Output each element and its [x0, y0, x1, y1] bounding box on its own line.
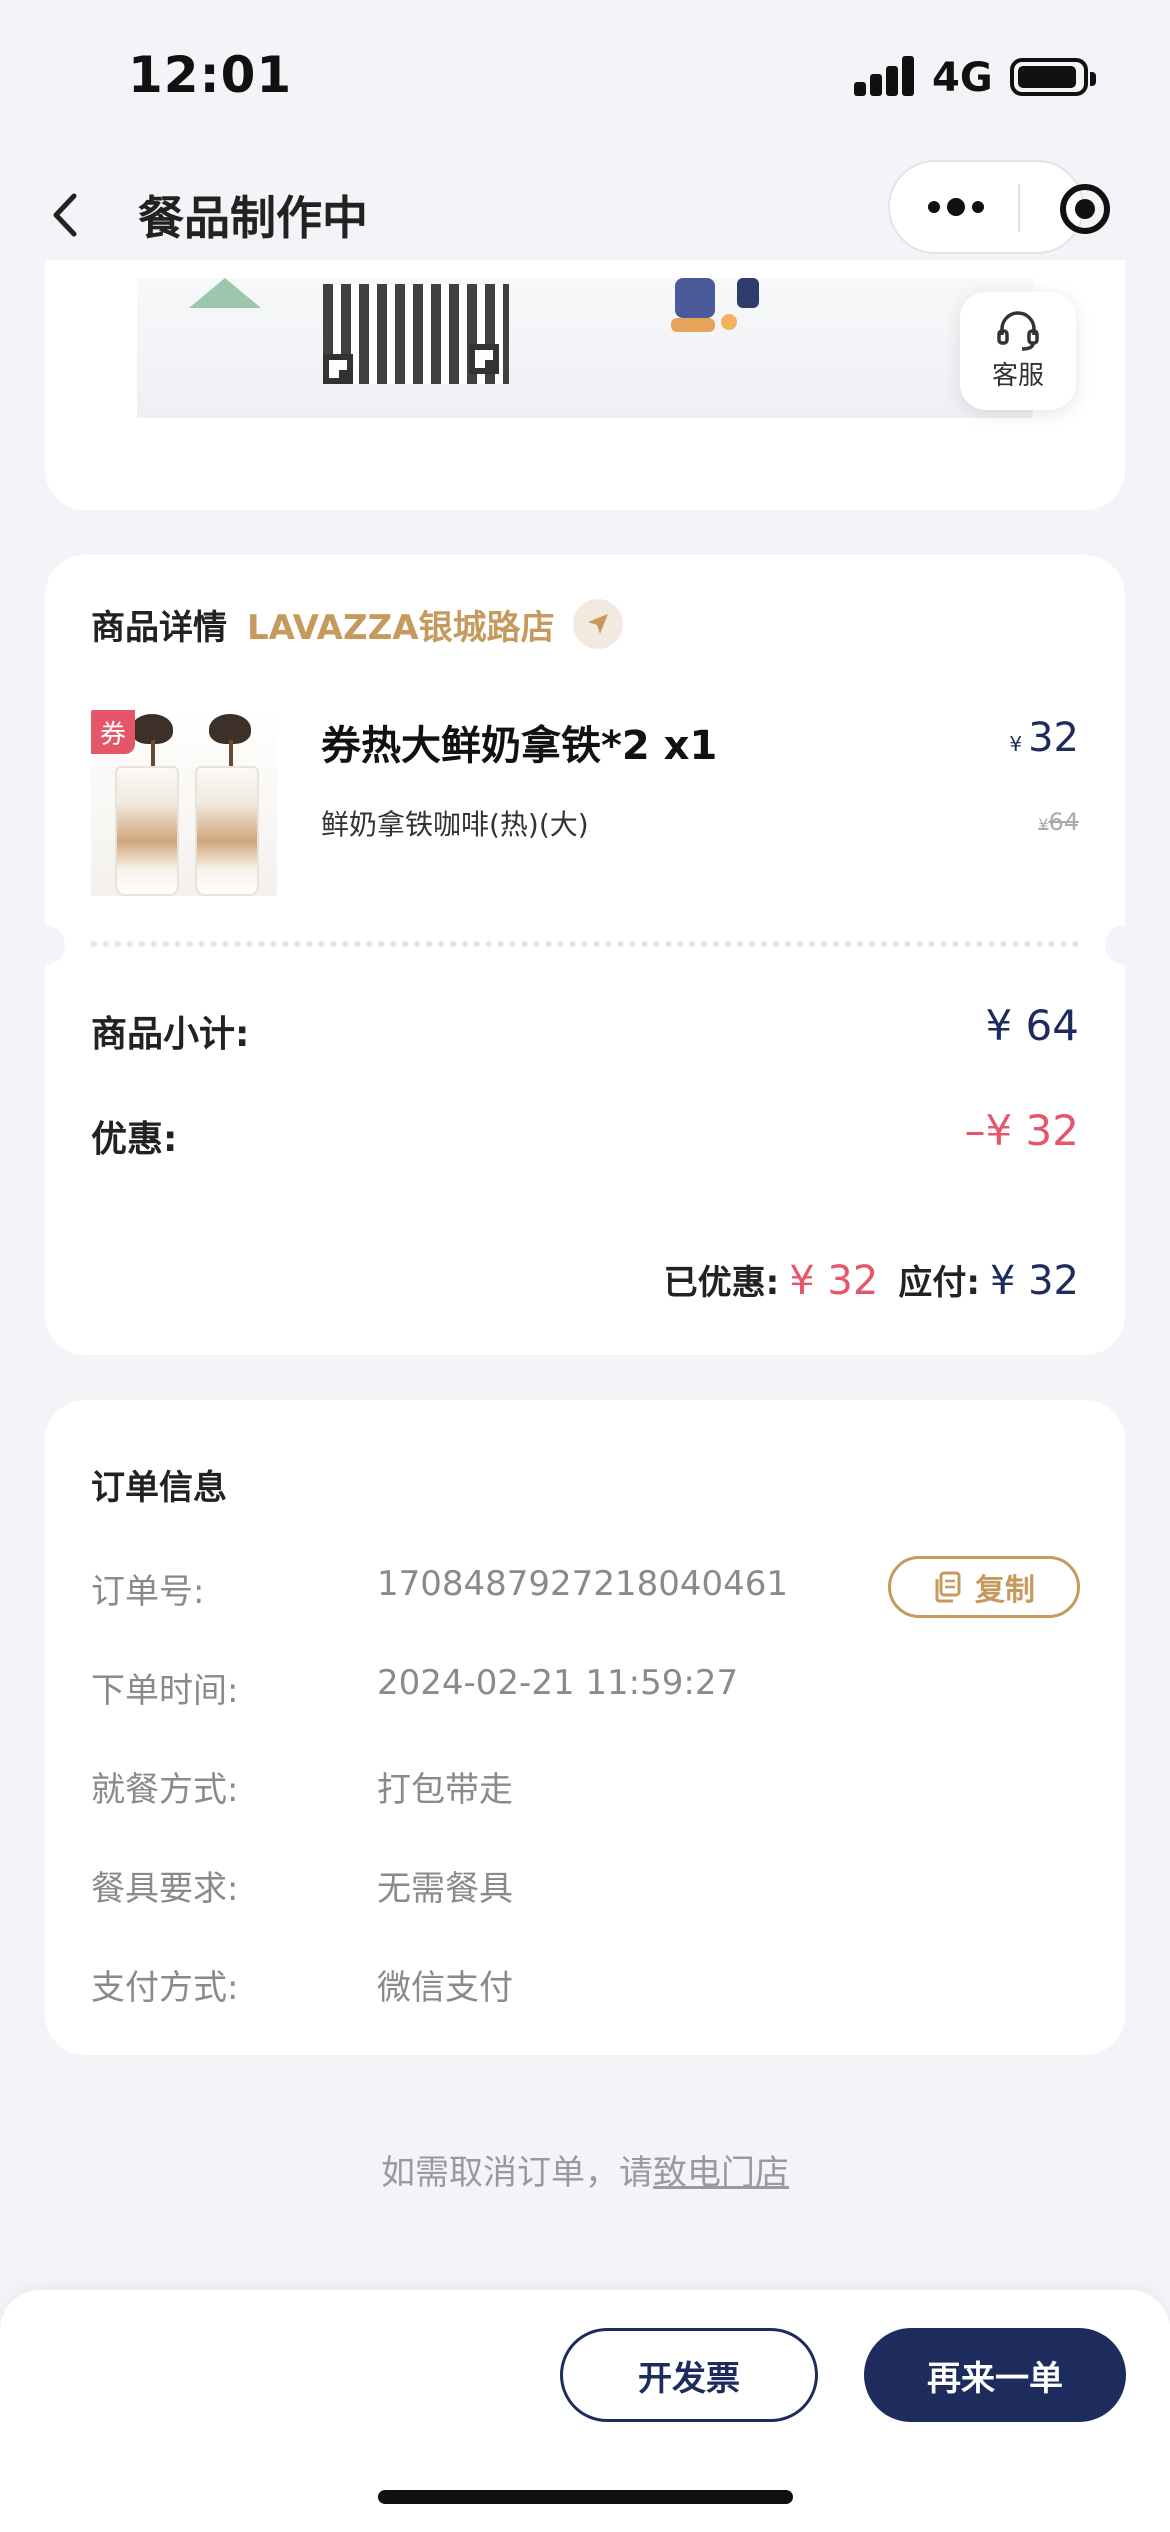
- copy-label: 复制: [975, 1573, 1035, 1608]
- currency-symbol: ¥: [1009, 732, 1023, 756]
- cutlery-label: 餐具要求:: [91, 1869, 239, 1909]
- battery-icon: [1010, 58, 1096, 96]
- discount-label: 优惠:: [91, 1119, 178, 1160]
- dining-method-value: 打包带走: [377, 1770, 513, 1810]
- order-number-label: 订单号:: [91, 1572, 205, 1612]
- copy-icon: [935, 1571, 961, 1603]
- chevron-left-icon: [53, 193, 77, 237]
- back-button[interactable]: [30, 180, 100, 250]
- payable-label: 应付:: [898, 1263, 980, 1303]
- order-time-label: 下单时间:: [91, 1671, 239, 1711]
- promo-banner[interactable]: [137, 278, 1033, 418]
- cutlery-value: 无需餐具: [377, 1869, 513, 1909]
- product-price-value: 32: [1028, 715, 1079, 761]
- detail-section-title: 商品详情: [91, 607, 227, 648]
- payment-summary: 已优惠: ¥ 32 应付: ¥ 32: [664, 1255, 1079, 1304]
- payable-value: ¥ 32: [989, 1258, 1079, 1304]
- call-store-link[interactable]: 致电门店: [653, 2153, 789, 2193]
- ticket-notch: [1105, 925, 1145, 965]
- order-info-title: 订单信息: [91, 1468, 227, 1508]
- invoice-button[interactable]: 开发票: [560, 2328, 818, 2422]
- customer-service-button[interactable]: 客服: [960, 292, 1076, 410]
- mascot-illustration: [657, 278, 767, 338]
- saved-value: ¥ 32: [789, 1258, 879, 1304]
- screen: 12:01 4G 餐品制作中 客服 商品详情 LAVAZZA银城路店 券 券热大…: [0, 0, 1170, 2532]
- order-time-value: 2024-02-21 11:59:27: [377, 1663, 739, 1703]
- more-icon[interactable]: [928, 162, 984, 252]
- coupon-tag: 券: [91, 710, 135, 754]
- cancel-order-tip: 如需取消订单，请致电门店: [0, 2145, 1170, 2194]
- product-original-price-value: 64: [1048, 808, 1079, 836]
- page-title: 餐品制作中: [138, 191, 368, 245]
- location-arrow-icon: [587, 614, 608, 634]
- subtotal-value: ¥ 64: [985, 1001, 1079, 1050]
- dining-method-label: 就餐方式:: [91, 1770, 239, 1810]
- store-name[interactable]: LAVAZZA银城路店: [247, 600, 555, 649]
- headset-icon: [997, 310, 1039, 351]
- close-mini-program-icon[interactable]: [1060, 184, 1110, 234]
- tree-decoration: [189, 278, 261, 308]
- customer-service-label: 客服: [991, 360, 1044, 391]
- product-detail-card: 商品详情 LAVAZZA银城路店 券 券热大鲜奶拿铁*2 x1 鲜奶拿铁咖啡(热…: [25, 555, 1145, 1355]
- product-original-price: ¥64: [1038, 808, 1079, 836]
- product-name: 券热大鲜奶拿铁*2 x1: [321, 723, 718, 769]
- payment-method-label: 支付方式:: [91, 1968, 239, 2008]
- network-type: 4G: [932, 55, 993, 101]
- product-price: ¥32: [1009, 715, 1079, 761]
- status-time: 12:01: [128, 46, 293, 104]
- payment-method-value: 微信支付: [377, 1968, 513, 2008]
- order-info-card: 订单信息 订单号: 1708487927218040461 复制 下单时间: 2…: [45, 1400, 1125, 2055]
- signal-icon: [854, 56, 916, 96]
- mini-program-capsule: [888, 160, 1110, 254]
- product-spec: 鲜奶拿铁咖啡(热)(大): [321, 808, 589, 841]
- reorder-button[interactable]: 再来一单: [864, 2328, 1126, 2422]
- navigate-store-button[interactable]: [572, 599, 623, 649]
- status-bar: 12:01 4G: [0, 0, 1170, 150]
- capsule-divider: [1018, 184, 1020, 232]
- order-number-value: 1708487927218040461: [377, 1564, 789, 1604]
- home-indicator: [378, 2490, 793, 2504]
- subtotal-label: 商品小计:: [91, 1014, 250, 1055]
- qr-code: [323, 284, 509, 384]
- dotted-divider: [91, 941, 1079, 947]
- ticket-notch: [25, 925, 65, 965]
- copy-order-number-button[interactable]: 复制: [888, 1556, 1080, 1618]
- cancel-tip-text: 如需取消订单，请: [381, 2153, 653, 2193]
- currency-symbol: ¥: [1038, 815, 1049, 834]
- detail-header: 商品详情 LAVAZZA银城路店: [91, 599, 623, 649]
- discount-value: –¥ 32: [964, 1106, 1079, 1155]
- saved-label: 已优惠:: [663, 1263, 780, 1303]
